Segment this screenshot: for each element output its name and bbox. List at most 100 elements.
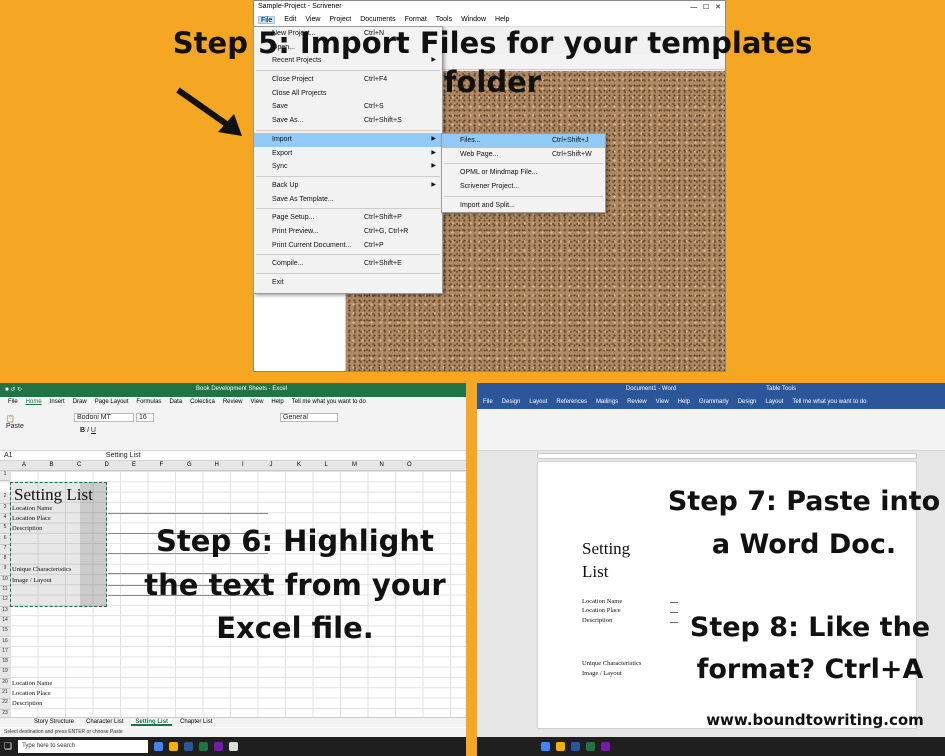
sheet-tab-setting-list[interactable]: Setting List [131, 719, 173, 726]
menu-item-print-preview[interactable]: Print Preview... Ctrl+G, Ctrl+R [254, 225, 442, 239]
sheet-tab-chapter-list[interactable]: Chapter List [176, 719, 216, 726]
excel-tab-8[interactable]: Review [223, 399, 243, 407]
menu-item-import-and-split[interactable]: Import and Split... [442, 199, 605, 213]
column-header-f[interactable]: F [160, 462, 164, 468]
menu-item-files[interactable]: Files... Ctrl+Shift+J [442, 134, 605, 148]
menu-documents[interactable]: Documents [360, 16, 395, 24]
word-tab-4[interactable]: Mailings [596, 399, 618, 407]
word-tab-3[interactable]: References [556, 399, 587, 407]
menu-item-page-setup[interactable]: Page Setup... Ctrl+Shift+P [254, 211, 442, 225]
folder-icon[interactable] [169, 742, 179, 751]
row-number[interactable]: 9 [0, 565, 10, 576]
word-tab-1[interactable]: Design [502, 399, 521, 407]
menu-item-sync[interactable]: Sync ▶ [254, 160, 442, 174]
column-header-i[interactable]: I [242, 462, 244, 468]
excel-tab-1[interactable]: Home [26, 399, 42, 407]
menu-item-exit[interactable]: Exit [254, 276, 442, 290]
menu-project[interactable]: Project [329, 16, 351, 24]
cell-description[interactable]: Description [12, 525, 42, 532]
word-icon[interactable] [571, 742, 580, 751]
excel-tab-7[interactable]: Colectica [190, 399, 215, 407]
excel-tab-3[interactable]: Draw [73, 399, 87, 407]
onenote-icon[interactable] [601, 742, 610, 751]
menu-item-opml-or-mindmap-file[interactable]: OPML or Mindmap File... [442, 166, 605, 180]
menu-item-import[interactable]: Import ▶ [254, 132, 442, 147]
column-header-d[interactable]: D [105, 462, 109, 468]
word-tab-0[interactable]: File [483, 399, 493, 407]
menu-file[interactable]: File [258, 16, 276, 24]
row-number[interactable]: 13 [0, 606, 10, 617]
menu-item-back-up[interactable]: Back Up ▶ [254, 179, 442, 193]
menu-help[interactable]: Help [495, 16, 509, 24]
cell-description[interactable]: Description [12, 700, 42, 707]
word-icon[interactable] [184, 742, 194, 751]
excel-tab-0[interactable]: File [8, 399, 18, 407]
row-number[interactable]: 15 [0, 627, 10, 638]
column-header-b[interactable]: B [50, 462, 54, 468]
font-select[interactable]: Bodoni MT [74, 413, 134, 422]
menu-item-scrivener-project[interactable]: Scrivener Project... [442, 180, 605, 194]
row-number[interactable]: 8 [0, 555, 10, 566]
row-number[interactable]: 3 [0, 503, 10, 514]
row-number[interactable]: 14 [0, 616, 10, 628]
row-number[interactable]: 17 [0, 647, 10, 659]
row-number[interactable]: 12 [0, 596, 10, 607]
row-number[interactable]: 4 [0, 513, 10, 525]
formula-input[interactable]: Setting List [106, 452, 141, 459]
menu-view[interactable]: View [305, 16, 320, 24]
onenote-icon[interactable] [214, 742, 224, 751]
cell-location-name[interactable]: Location Name [12, 505, 52, 512]
word-tab-10[interactable]: Layout [765, 399, 783, 407]
word-tab-9[interactable]: Design [738, 399, 757, 407]
mail-icon[interactable] [229, 742, 239, 751]
excel-tab-5[interactable]: Formulas [136, 399, 161, 407]
menu-item-save-as-template[interactable]: Save As Template... [254, 193, 442, 207]
paste-button[interactable]: 📋 Paste [6, 415, 24, 430]
menu-edit[interactable]: Edit [284, 16, 296, 24]
menu-item-save[interactable]: Save Ctrl+S [254, 100, 442, 114]
menu-window[interactable]: Window [461, 16, 486, 24]
row-number[interactable]: 22 [0, 699, 10, 710]
excel-tab-10[interactable]: Help [271, 399, 283, 407]
bold-button[interactable]: B I U [80, 427, 96, 434]
chrome-icon[interactable] [154, 742, 164, 751]
row-number[interactable]: 20 [0, 678, 10, 689]
excel-tab-2[interactable]: Insert [50, 399, 65, 407]
column-header-c[interactable]: C [77, 462, 81, 468]
column-header-j[interactable]: J [270, 462, 273, 468]
row-number[interactable]: 5 [0, 524, 10, 535]
name-box[interactable]: A1 [4, 452, 13, 459]
excel-tab-11[interactable]: Tell me what you want to do [292, 399, 366, 407]
excel-icon[interactable] [199, 742, 209, 751]
column-header-m[interactable]: M [352, 462, 357, 468]
cell-location-place[interactable]: Location Place [12, 690, 51, 697]
folder-icon[interactable] [556, 742, 565, 751]
word-tab-6[interactable]: View [656, 399, 669, 407]
row-number[interactable]: 6 [0, 534, 10, 545]
row-number[interactable]: 16 [0, 637, 10, 648]
sheet-tab-story-structure[interactable]: Story Structure [30, 719, 78, 726]
excel-tab-9[interactable]: View [251, 399, 264, 407]
word-tab-8[interactable]: Grammarly [699, 399, 729, 407]
excel-tab-6[interactable]: Data [169, 399, 182, 407]
menu-tools[interactable]: Tools [436, 16, 452, 24]
word-tab-5[interactable]: Review [627, 399, 647, 407]
windows-start-icon[interactable]: ❏ [4, 741, 12, 752]
column-header-e[interactable]: E [132, 462, 136, 468]
sheet-tab-character-list[interactable]: Character List [82, 719, 127, 726]
menu-item-save-as[interactable]: Save As... Ctrl+Shift+S [254, 114, 442, 128]
column-header-o[interactable]: O [407, 462, 412, 468]
window-controls[interactable]: — ☐ ✕ [690, 3, 721, 12]
column-header-a[interactable]: A [22, 462, 26, 468]
row-number[interactable]: 1 [0, 471, 10, 482]
menu-item-export[interactable]: Export ▶ [254, 147, 442, 161]
number-format-select[interactable]: General [280, 413, 338, 422]
taskbar-search[interactable]: Type here to search [18, 740, 149, 753]
word-tab-7[interactable]: Help [678, 399, 690, 407]
row-number[interactable]: 21 [0, 689, 10, 700]
row-number[interactable]: 7 [0, 544, 10, 556]
column-header-n[interactable]: N [380, 462, 384, 468]
column-header-g[interactable]: G [187, 462, 192, 468]
row-number[interactable]: 19 [0, 668, 10, 679]
cell-location-name[interactable]: Location Name [12, 680, 52, 687]
